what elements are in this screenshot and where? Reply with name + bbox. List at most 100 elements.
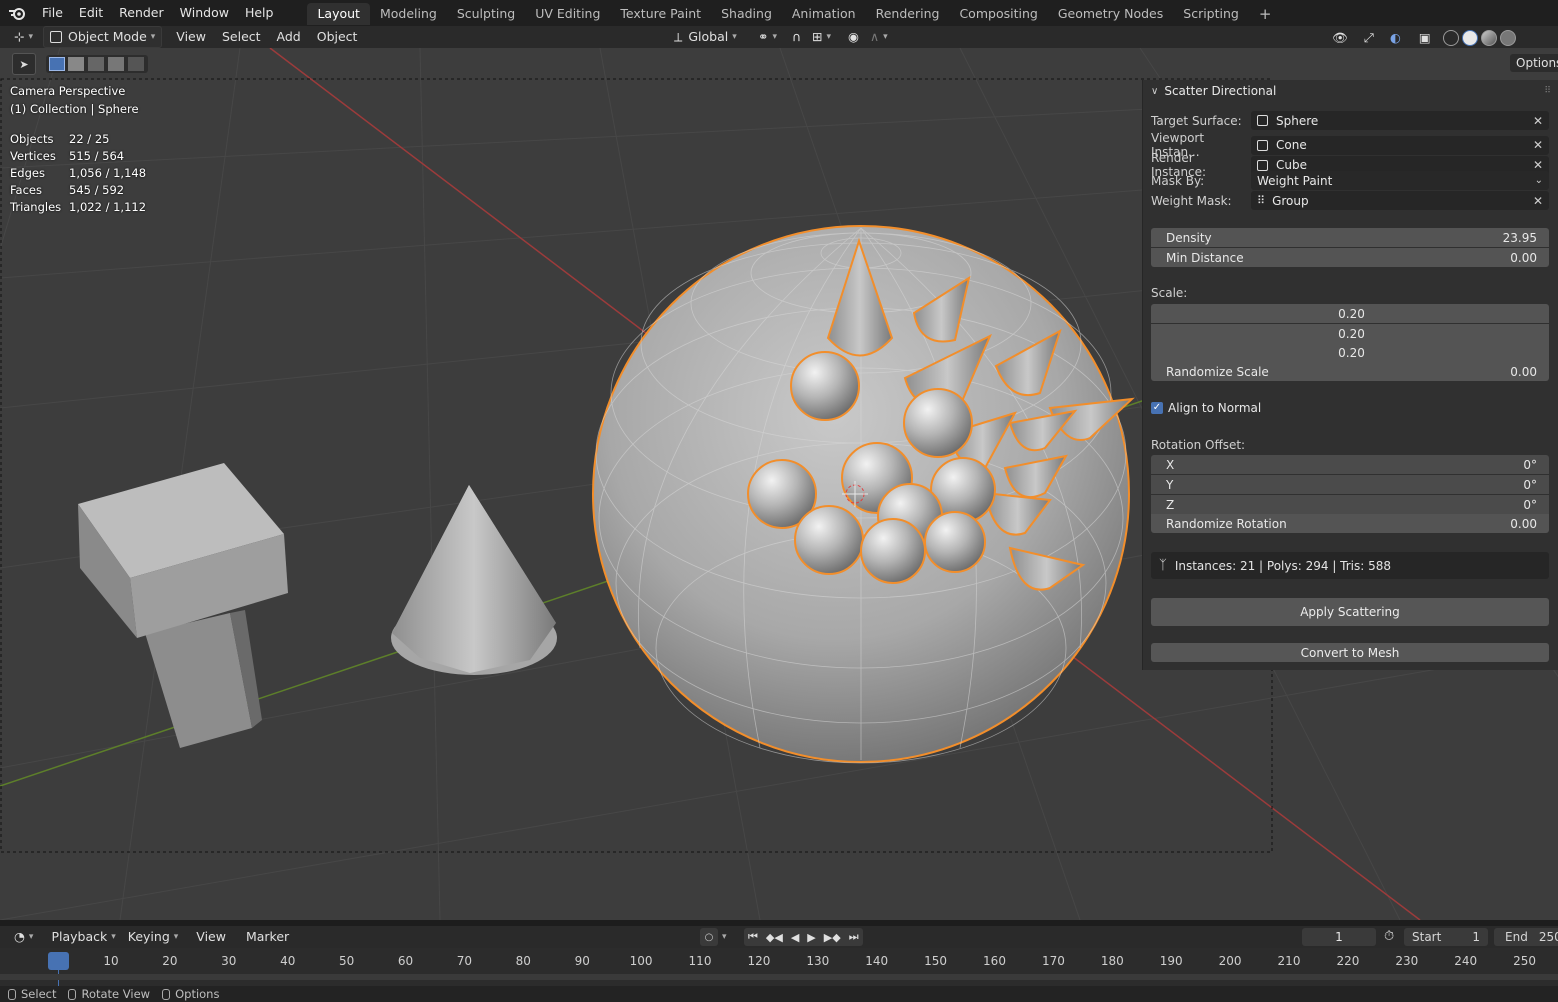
solid-shading-icon[interactable] [1461, 30, 1478, 46]
status-options: Options [175, 987, 220, 1001]
randomize-rotation-value: 0.00 [1510, 516, 1537, 531]
timeline-editor-type-button[interactable]: ◔ ▾ [8, 927, 39, 947]
density-slider[interactable]: Density 23.95 [1151, 228, 1549, 247]
xray-icon[interactable]: ▣ [1413, 28, 1437, 48]
proportional-edit-toggle[interactable]: ◉ [842, 27, 865, 47]
use-preview-range-icon[interactable]: ⏱ [1384, 929, 1394, 944]
gizmo-icon[interactable]: ⤢ [1358, 28, 1380, 48]
tab-compositing[interactable]: Compositing [949, 3, 1047, 25]
clear-x-icon[interactable]: ✕ [1533, 114, 1543, 128]
tab-scripting[interactable]: Scripting [1173, 3, 1249, 25]
pivot-point-select[interactable]: ⚭ ▾ [752, 27, 783, 47]
menu-select[interactable]: Select [216, 27, 267, 47]
timeline-header: ◔ ▾ Playback ▾ Keying ▾ View Marker ○ ▾ ⏮ ◆… [0, 926, 1558, 948]
status-bar: Select Rotate View Options [0, 986, 1558, 1002]
wireframe-shading-icon[interactable] [1442, 30, 1459, 46]
transform-orientation-select[interactable]: ⟂ Global ▾ [668, 27, 743, 47]
cone-object[interactable] [391, 485, 557, 675]
snap-target-select[interactable]: ⊞ ▾ [806, 27, 837, 47]
timeline-marker-menu[interactable]: Marker [240, 927, 295, 947]
menu-help[interactable]: Help [237, 0, 282, 26]
select-extend-icon[interactable] [68, 57, 84, 71]
mode-select[interactable]: Object Mode ▾ [43, 26, 163, 48]
keying-menu[interactable]: Keying ▾ [122, 927, 185, 947]
sphere-object[interactable] [592, 225, 1135, 764]
menu-edit[interactable]: Edit [71, 0, 111, 26]
editor-type-button[interactable]: ⊹ ▾ [8, 27, 39, 47]
select-tool-icon[interactable]: ➤ [12, 53, 36, 75]
tab-animation[interactable]: Animation [782, 3, 866, 25]
chevron-down-icon[interactable]: ▾ [722, 932, 727, 942]
rendered-shading-icon[interactable] [1499, 30, 1516, 46]
weight-mask-field[interactable]: ⠿ Group ✕ [1251, 191, 1549, 210]
scale-y-field[interactable]: 0.20 [1151, 324, 1549, 343]
clear-x-icon[interactable]: ✕ [1533, 138, 1543, 152]
clear-x-icon[interactable]: ✕ [1533, 158, 1543, 172]
timeline-scrollbar[interactable] [0, 974, 1558, 980]
tab-layout[interactable]: Layout [307, 3, 370, 25]
align-to-normal-checkbox[interactable]: ✓ Align to Normal [1151, 401, 1261, 415]
drag-handle-icon[interactable]: ⠿ [1544, 86, 1551, 96]
jump-start-icon[interactable]: ⏮ [744, 930, 762, 944]
tab-texture-paint[interactable]: Texture Paint [610, 3, 711, 25]
playback-menu[interactable]: Playback ▾ [45, 927, 121, 947]
blender-logo-icon[interactable] [0, 6, 34, 20]
frame-tick-label: 240 [1454, 954, 1478, 968]
rotation-x-field[interactable]: X 0° [1151, 455, 1549, 474]
timeline-area[interactable]: 1102030405060708090100110120130140150160… [0, 948, 1558, 986]
menu-window[interactable]: Window [172, 0, 237, 26]
select-invert-icon[interactable] [108, 57, 124, 71]
frame-ruler[interactable]: 1102030405060708090100110120130140150160… [0, 948, 1558, 972]
overlays-icon[interactable]: ◐ [1384, 28, 1407, 48]
apply-scattering-button[interactable]: Apply Scattering [1151, 598, 1549, 626]
panel-header[interactable]: ∨ Scatter Directional ⠿ [1143, 80, 1558, 102]
rotation-z-field[interactable]: Z 0° [1151, 495, 1549, 514]
add-workspace-button[interactable]: + [1249, 3, 1282, 25]
scale-z-field[interactable]: 0.20 [1151, 343, 1549, 362]
collapse-chevron-icon[interactable]: ∨ [1151, 86, 1158, 97]
select-intersect-icon[interactable] [128, 57, 144, 71]
randomize-rotation-slider[interactable]: Randomize Rotation 0.00 [1151, 514, 1549, 533]
tab-rendering[interactable]: Rendering [866, 3, 950, 25]
end-frame-field[interactable]: End 250 [1494, 928, 1558, 946]
menu-object[interactable]: Object [311, 27, 364, 47]
tab-sculpting[interactable]: Sculpting [447, 3, 525, 25]
menu-view[interactable]: View [170, 27, 212, 47]
select-new-icon[interactable] [49, 57, 65, 71]
tab-geometry-nodes[interactable]: Geometry Nodes [1048, 3, 1173, 25]
options-button[interactable]: Options [1510, 54, 1558, 72]
target-surface-field[interactable]: Sphere ✕ [1251, 111, 1549, 130]
scatter-directional-panel: ∨ Scatter Directional ⠿ Target Surface: … [1142, 80, 1558, 670]
tab-uv-editing[interactable]: UV Editing [525, 3, 610, 25]
convert-to-mesh-button[interactable]: Convert to Mesh [1151, 643, 1549, 662]
weight-mask-label: Weight Mask: [1151, 193, 1232, 208]
viewport-header: ⊹ ▾ Object Mode ▾ View Select Add Object … [0, 26, 1558, 48]
play-reverse-icon[interactable]: ◀ [787, 931, 803, 944]
timeline-view-menu[interactable]: View [190, 927, 232, 947]
cube-object[interactable] [78, 463, 288, 748]
scale-x-field[interactable]: 0.20 [1151, 304, 1549, 323]
mask-by-select[interactable]: Weight Paint ⌄ [1251, 171, 1549, 190]
menu-add[interactable]: Add [271, 27, 307, 47]
play-icon[interactable]: ▶ [803, 931, 819, 944]
start-frame-field[interactable]: Start 1 [1404, 928, 1488, 946]
jump-end-icon[interactable]: ⏭ [845, 930, 863, 944]
current-frame-field[interactable]: 1 [1302, 928, 1376, 946]
snap-toggle[interactable]: ∩ [786, 27, 807, 47]
randomize-scale-slider[interactable]: Randomize Scale 0.00 [1151, 362, 1549, 381]
menu-render[interactable]: Render [111, 0, 172, 26]
rotation-y-field[interactable]: Y 0° [1151, 475, 1549, 494]
menu-file[interactable]: File [34, 0, 71, 26]
tab-shading[interactable]: Shading [711, 3, 782, 25]
tab-modeling[interactable]: Modeling [370, 3, 447, 25]
min-distance-slider[interactable]: Min Distance 0.00 [1151, 248, 1549, 267]
prev-keyframe-icon[interactable]: ◆◀ [762, 931, 787, 944]
select-subtract-icon[interactable] [88, 57, 104, 71]
visibility-eye-icon[interactable]: 👁︎ [1326, 28, 1354, 48]
next-keyframe-icon[interactable]: ▶◆ [820, 931, 845, 944]
clear-x-icon[interactable]: ✕ [1533, 194, 1543, 208]
material-shading-icon[interactable] [1480, 30, 1497, 46]
proportional-falloff-select[interactable]: ∧ ▾ [864, 27, 894, 47]
mode-label: Object Mode [68, 29, 147, 44]
record-icon[interactable]: ○ [700, 928, 718, 946]
